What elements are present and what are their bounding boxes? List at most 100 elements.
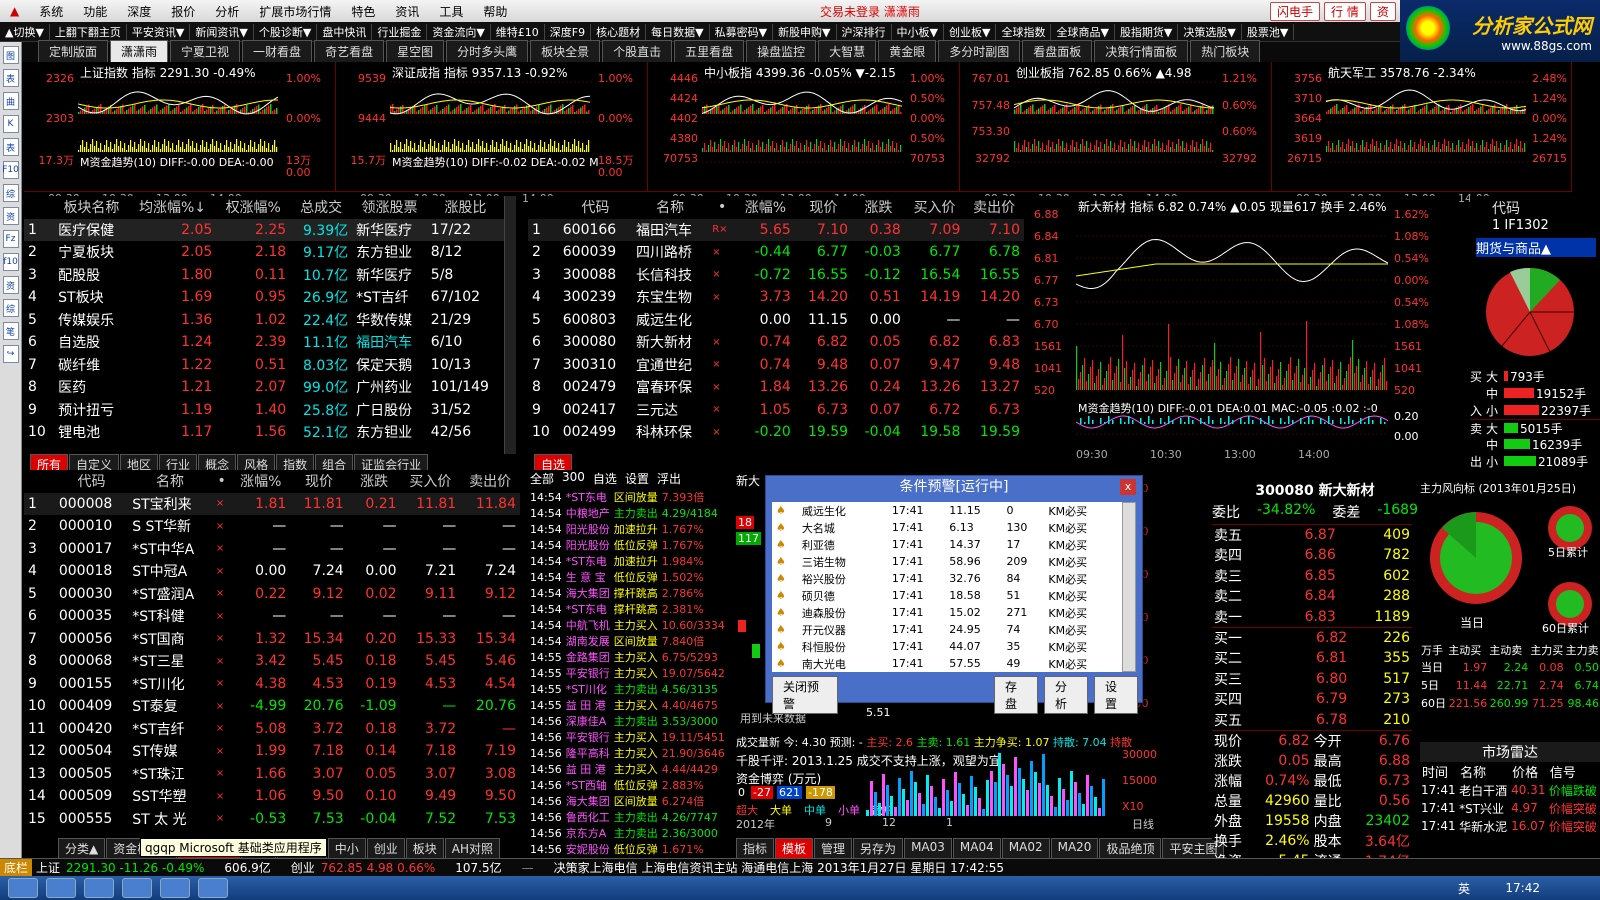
toolbar-item[interactable]: 私募密码▼ [710, 23, 774, 40]
table-header-cell[interactable]: 买入价 [401, 470, 461, 493]
alert-row[interactable]: ♠ 三诺生物 17:41 58.96 209 KM必买 [772, 553, 1112, 570]
table-row[interactable]: 9 002417 三元达 × 1.05 6.73 0.07 6.72 6.73 [528, 399, 1024, 422]
table-row[interactable]: 5 000030 *ST盛润A × 0.22 9.12 0.02 9.11 9.12 [24, 583, 520, 606]
toolbar-item[interactable]: 盘中快讯 [317, 23, 373, 40]
table-row[interactable]: 8 医药 1.21 2.07 99.0亿 广州药业 101/149 [24, 376, 504, 399]
feed-row[interactable]: 14:55 *ST川化 主力卖出 4.56/3135 [528, 681, 727, 697]
left-tool-icon[interactable]: 综 [2, 299, 19, 317]
quote-row[interactable]: 买三 6.80 517 [1212, 669, 1412, 690]
toolbar-item[interactable]: ▲切换▼ [0, 23, 50, 40]
menu-quote[interactable]: 报价 [161, 3, 205, 20]
table-header-cell[interactable]: 名称 [632, 196, 708, 219]
app-icon[interactable]: ▲ [0, 4, 29, 18]
toolbar-item[interactable]: 全球商品▼ [1051, 23, 1115, 40]
menu-feature[interactable]: 特色 [341, 3, 385, 20]
mini-chart[interactable]: 创业板指 762.85 0.66% ▲4.98 767.01 757.48 753.3… [960, 62, 1272, 192]
feed-row[interactable]: 14:56 隆平高科 主力买入 21.90/3646 [528, 745, 727, 761]
status-bar-label[interactable]: 底栏 [0, 859, 33, 876]
futures-code[interactable]: 1 IF1302 [1492, 218, 1549, 233]
feed-row[interactable]: 14:54 阳光股份 加速拉升 1.767% [528, 521, 727, 537]
table-header-cell[interactable]: 名称 [128, 470, 212, 493]
table-header-cell[interactable]: 涨跌 [348, 470, 401, 493]
feed-row[interactable]: 14:54 中航飞机 主力买入 10.60/3334 [528, 617, 727, 633]
left-tool-icon[interactable]: 综 [2, 184, 19, 202]
radar-row[interactable]: 17:41 华新水泥 16.07 价幅突破 [1420, 817, 1600, 835]
dialog-close-icon[interactable]: x [1120, 479, 1136, 495]
feed-row[interactable]: 14:54 生 意 宝低位反弹 1.502% [528, 569, 727, 585]
kline-tool-tab[interactable]: 管理 [814, 838, 853, 859]
feed-row[interactable]: 14:56 *ST西轴 低位反弹 2.883% [528, 777, 727, 793]
table-row[interactable]: 4 000018 ST中冠A × 0.00 7.24 0.00 7.21 7.24 [24, 560, 520, 583]
table-header-cell[interactable]: • [212, 470, 232, 493]
layout-tab[interactable]: 宁夏卫视 [170, 40, 241, 62]
table-row[interactable]: 11 000420 *ST吉纤 × 5.08 3.72 0.18 3.72 — [24, 718, 520, 741]
table-header-cell[interactable]: 卖出价 [460, 470, 520, 493]
table-row[interactable]: 8 000068 *ST三星 × 3.42 5.45 0.18 5.45 5.46 [24, 650, 520, 673]
sector-header-cell[interactable]: 均涨幅%↓ [129, 196, 217, 219]
toolbar-item[interactable]: 行业掘金 [372, 23, 428, 40]
alert-row[interactable]: ♠ 硕贝德 17:41 18.58 51 KM必买 [772, 587, 1112, 604]
table-row[interactable]: 15 000555 ST 太 光 × -0.53 7.53 -0.04 7.52 7.53 [24, 808, 520, 831]
quote-row[interactable]: 买四 6.79 273 [1212, 689, 1412, 710]
taskbar-app2-icon[interactable] [84, 878, 114, 898]
menu-news[interactable]: 资讯 [385, 3, 429, 20]
table-header-cell[interactable]: 涨跌 [852, 196, 905, 219]
table-row[interactable]: 6 自选股 1.24 2.39 11.1亿 福田汽车 6/10 [24, 331, 504, 354]
alert-row[interactable]: ♠ 裕兴股份 17:41 32.76 84 KM必买 [772, 570, 1112, 587]
menu-tools[interactable]: 工具 [429, 3, 473, 20]
kline-period[interactable]: 日线 [1132, 816, 1154, 832]
layout-tab[interactable]: 决策行情面板 [1094, 40, 1189, 62]
category-tab[interactable]: 中小 [327, 838, 366, 859]
left-tool-icon[interactable]: ↪ [2, 345, 19, 363]
table-row[interactable]: 13 000505 *ST珠江 × 1.66 3.07 0.05 3.07 3.08 [24, 763, 520, 786]
layout-tab[interactable]: 看盘面板 [1022, 40, 1093, 62]
feed-row[interactable]: 14:56 安妮股份 低位反弹 1.671% [528, 841, 727, 857]
feed-row[interactable]: 14:56 京东方A 主力卖出 2.36/3000 [528, 825, 727, 841]
layout-tab[interactable]: 一财看盘 [242, 40, 313, 62]
menu-extended[interactable]: 扩展市场行情 [249, 3, 341, 20]
table-row[interactable]: 9 预计扭亏 1.19 1.40 25.8亿 广日股份 31/52 [24, 399, 504, 422]
quote-row[interactable]: 买五 6.78 210 [1212, 710, 1412, 731]
alert-row[interactable]: ♠ 威远生化 17:41 11.15 0 KM必买 [772, 502, 1112, 519]
feed-row[interactable]: 14:56 鲁西化工 主力卖出 4.26/7747 [528, 809, 727, 825]
sector-header-cell[interactable]: 领涨股票 [352, 196, 427, 219]
feed-row[interactable]: 14:56 益 田 港主力买入 4.44/4429 [528, 761, 727, 777]
table-row[interactable]: 1 600166 福田汽车 R× 5.65 7.10 0.38 7.09 7.10 [528, 218, 1024, 241]
toolbar-item[interactable]: 新闻资讯▼ [190, 23, 254, 40]
kline-tool-tab[interactable]: 模板 [775, 838, 814, 859]
quote-row[interactable]: 卖四 6.86 782 [1212, 545, 1412, 566]
table-header-cell[interactable]: 涨幅% [736, 196, 795, 219]
toolbar-item[interactable]: 维特£10 [491, 23, 545, 40]
layout-tab[interactable]: 黄金眼 [878, 40, 937, 62]
quote-row[interactable]: 买一 6.82 226 [1212, 628, 1412, 649]
toolbar-item[interactable]: 创业板▼ [944, 23, 997, 40]
menu-system[interactable]: 系统 [29, 3, 73, 20]
category-tab[interactable]: AH对照 [444, 838, 500, 859]
kline-tool-tab[interactable]: 极品绝顶 [1099, 838, 1162, 859]
layout-tab[interactable]: 分时多头鹰 [446, 40, 529, 62]
alert-row[interactable]: ♠ 开元仪器 17:41 24.95 74 KM必买 [772, 621, 1112, 638]
feed-header-item[interactable]: 全部 [530, 470, 554, 487]
alert-row[interactable]: ♠ 迪森股份 17:41 15.02 271 KM必买 [772, 604, 1112, 621]
kline-tool-tab[interactable]: MA04 [952, 838, 1001, 859]
table-row[interactable]: 3 300088 长信科技 × -0.72 16.55 -0.12 16.54 16.55 [528, 264, 1024, 287]
alert-row[interactable]: ♠ 科恒股份 17:41 44.07 35 KM必买 [772, 638, 1112, 655]
category-tab[interactable]: 分类▲ [58, 838, 106, 859]
settings-button[interactable]: 设置 [1093, 676, 1138, 714]
feed-header-item[interactable]: 设置 [625, 470, 649, 487]
feed-row[interactable]: 14:56 平安银行 主力买入 19.11/5451 [528, 729, 727, 745]
info-button[interactable]: 资 [1369, 1, 1396, 21]
left-tool-icon[interactable]: 资 [2, 207, 19, 225]
table-row[interactable]: 10 000409 ST泰复 × -4.99 20.76 -1.09 — 20.76 [24, 695, 520, 718]
menu-help[interactable]: 帮助 [473, 3, 517, 20]
table-row[interactable]: 6 000035 *ST科健 × — — — — — [24, 605, 520, 628]
layout-tab[interactable]: 五里看盘 [674, 40, 745, 62]
table-row[interactable]: 3 000017 *ST中华A × — — — — — [24, 538, 520, 561]
feed-row[interactable]: 14:56 深康佳A 主力卖出 3.53/3000 [528, 713, 727, 729]
table-row[interactable]: 7 碳纤维 1.22 0.51 8.03亿 保定天鹅 10/13 [24, 354, 504, 377]
left-tool-icon[interactable]: 表 [2, 69, 19, 87]
start-button-icon[interactable] [8, 878, 38, 898]
radar-row[interactable]: 17:41 *ST兴业 4.97 价幅突破 [1420, 799, 1600, 817]
feed-row[interactable]: 14:54 湖南发展 区间放量 7.840倍 [528, 633, 727, 649]
sector-header-cell[interactable]: 权涨幅% [216, 196, 290, 219]
